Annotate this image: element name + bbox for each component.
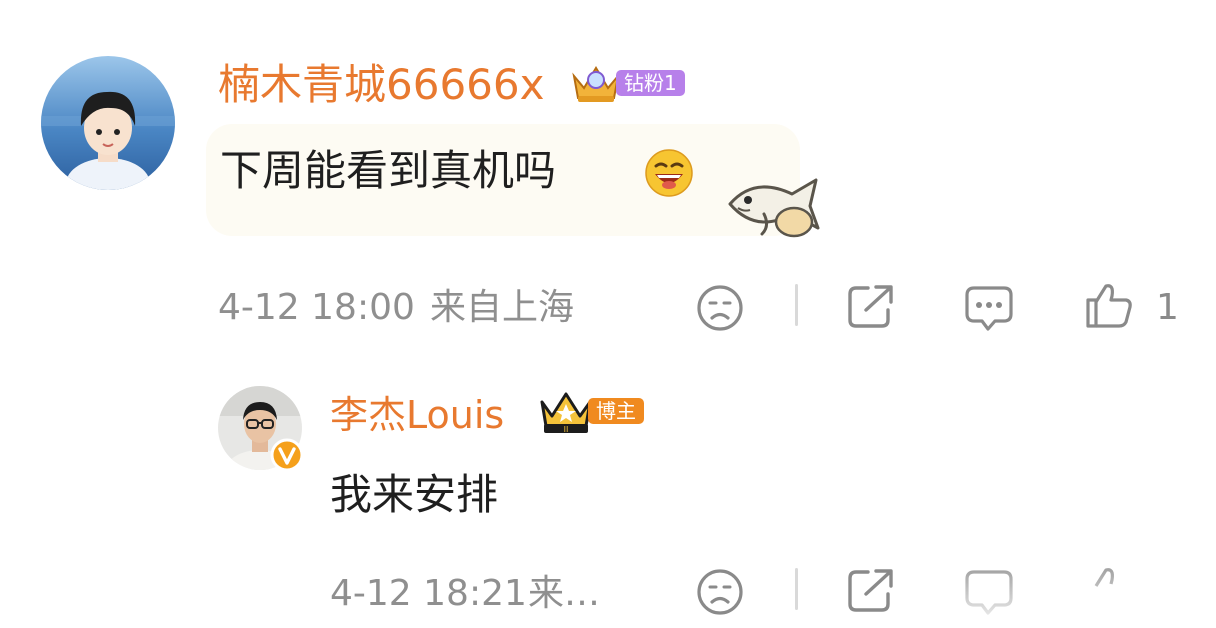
action-divider xyxy=(795,284,798,326)
comment-timestamp: 4-12 18:00 xyxy=(218,287,415,328)
commenter-username[interactable]: 楠木青城66666x xyxy=(218,64,544,106)
reply-action-divider xyxy=(795,568,798,610)
reply-dislike-face-icon[interactable] xyxy=(696,568,744,616)
reply-author-username[interactable]: 李杰Louis xyxy=(330,396,504,434)
dislike-face-icon[interactable] xyxy=(696,284,744,332)
reply-timestamp: 4-12 18:21 xyxy=(330,573,527,614)
reply-share-icon[interactable] xyxy=(846,566,896,614)
share-icon[interactable] xyxy=(846,282,896,330)
host-badge: 博主 xyxy=(588,398,644,424)
comment-location: 来自上海 xyxy=(430,287,575,328)
fish-sticker-icon xyxy=(724,168,822,244)
comment-text: 下周能看到真机吗 xyxy=(220,146,557,195)
reply-text: 我来安排 xyxy=(330,470,499,519)
svg-text:II: II xyxy=(564,425,569,434)
host-crown-icon: II xyxy=(538,390,594,440)
laughing-emoji-icon xyxy=(644,148,694,202)
like-thumb-icon[interactable] xyxy=(1084,280,1134,330)
reply-location: 来… xyxy=(528,573,601,614)
verified-badge-icon xyxy=(270,438,304,476)
comment-icon[interactable] xyxy=(964,284,1014,332)
commenter-avatar[interactable] xyxy=(41,56,175,190)
like-count: 1 xyxy=(1156,287,1179,328)
bottom-fade-overlay xyxy=(960,560,1216,628)
fan-level-badge: 钻粉1 xyxy=(616,70,685,96)
